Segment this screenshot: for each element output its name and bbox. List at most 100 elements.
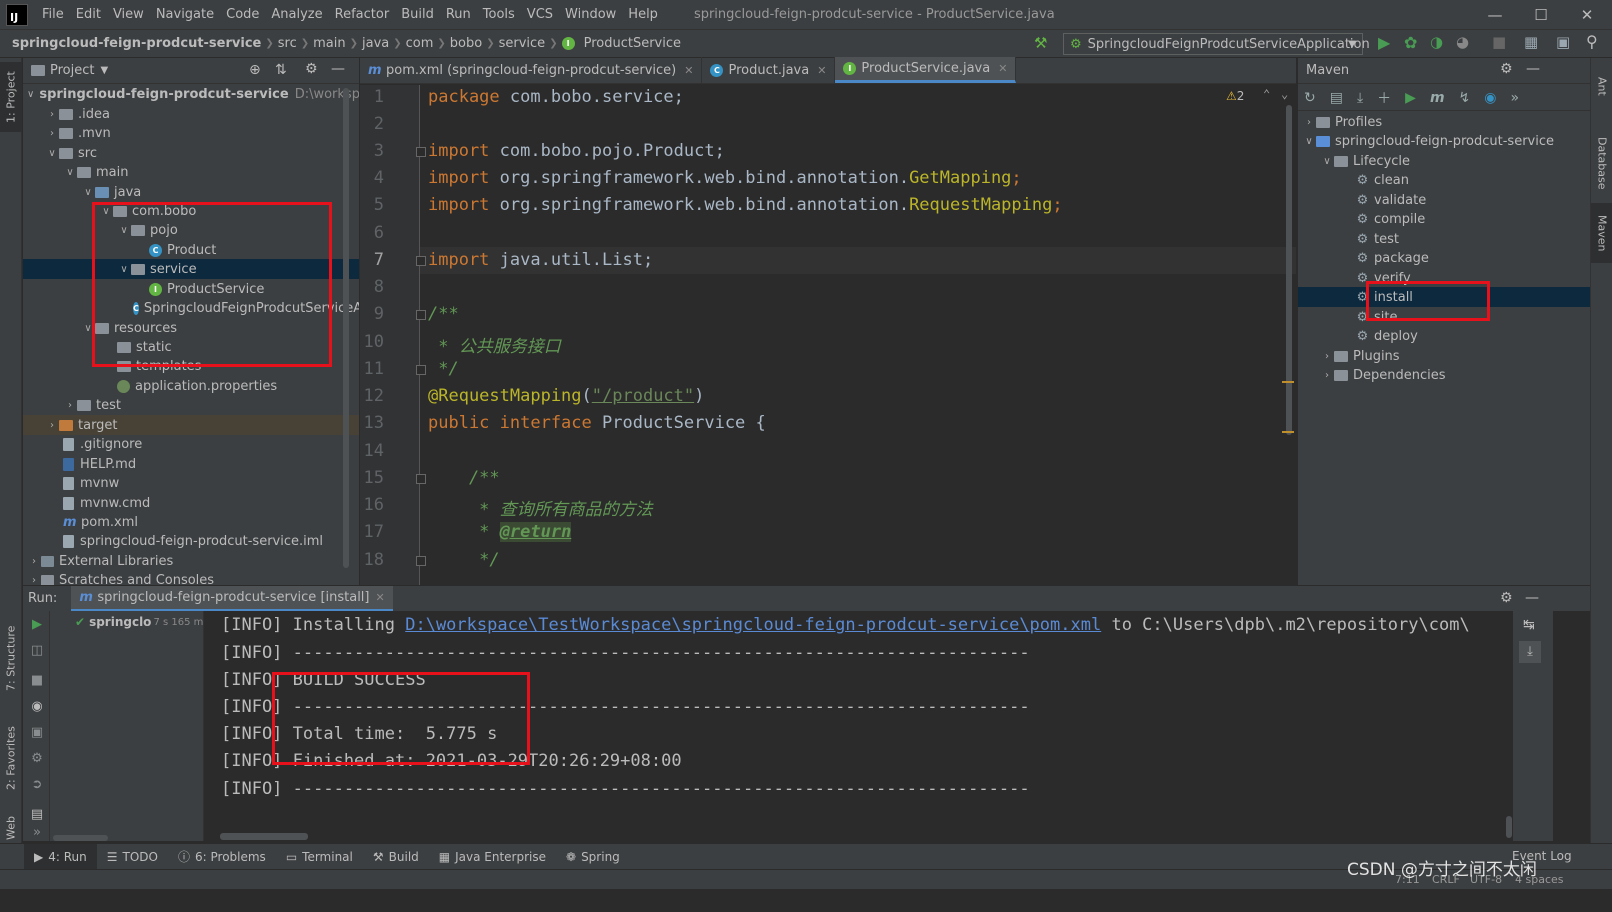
debug-icon[interactable]: ✿ bbox=[1404, 33, 1417, 52]
tree-item-pojo[interactable]: ∨ pojo bbox=[23, 220, 359, 240]
download-icon[interactable]: ⤓ bbox=[1357, 90, 1363, 106]
more-icon[interactable]: » bbox=[29, 825, 45, 841]
menu-view[interactable]: View bbox=[107, 7, 150, 22]
hammer-icon[interactable]: ⚒ bbox=[1034, 34, 1047, 52]
run-tree-item[interactable]: ✔ springclo 7 s 165 ms bbox=[75, 615, 209, 629]
next-highlight-icon[interactable]: ⌄ bbox=[1281, 87, 1288, 101]
tool-tab-spring[interactable]: ❁ Spring bbox=[556, 844, 630, 870]
breadcrumb-project[interactable]: springcloud-feign-prodcut-service bbox=[0, 36, 265, 51]
gear-icon[interactable]: ⚙ bbox=[305, 61, 318, 77]
tree-item-mvn[interactable]: › .mvn bbox=[23, 123, 359, 143]
tab-pom-xml[interactable]: m pom.xml (springcloud-feign-prodcut-serv… bbox=[360, 57, 703, 83]
run-icon[interactable]: ▶ bbox=[1378, 33, 1390, 52]
layout-icon[interactable]: ▤ bbox=[29, 807, 45, 823]
maven-goal-clean[interactable]: ⚙ clean bbox=[1298, 170, 1590, 190]
breadcrumb-bobo[interactable]: bobo bbox=[446, 36, 486, 51]
tool-tab-problems[interactable]: ⓘ 6: Problems bbox=[168, 844, 276, 870]
close-icon[interactable]: ✕ bbox=[1564, 0, 1610, 30]
maven-goal-install[interactable]: ⚙ install bbox=[1298, 287, 1590, 307]
toggle-view-icon[interactable]: ◫ bbox=[29, 643, 45, 659]
offline-icon[interactable]: ◉ bbox=[1484, 90, 1496, 106]
collapse-all-icon[interactable]: ⇅ bbox=[275, 62, 287, 78]
maven-tool-tab[interactable]: Maven bbox=[1591, 203, 1612, 263]
tree-item-com-bobo[interactable]: ∨ com.bobo bbox=[23, 201, 359, 221]
breadcrumb-main[interactable]: main bbox=[309, 36, 349, 51]
search-icon[interactable]: ⚲ bbox=[1586, 32, 1598, 51]
editor-scrollbar[interactable] bbox=[1286, 105, 1292, 435]
ant-tool-tab[interactable]: Ant bbox=[1591, 66, 1612, 106]
execute-goal-icon[interactable]: m bbox=[1430, 90, 1445, 106]
stop-icon[interactable]: ■ bbox=[1492, 33, 1506, 51]
tree-item-help-md[interactable]: HELP.md bbox=[23, 454, 359, 474]
tree-item-static[interactable]: static bbox=[23, 337, 359, 357]
rerun-icon[interactable]: ▶ bbox=[29, 617, 45, 633]
tool-tab-run[interactable]: ▶ 4: Run bbox=[24, 843, 97, 870]
tree-item-target[interactable]: › target bbox=[23, 415, 359, 435]
horizontal-scrollbar[interactable] bbox=[53, 835, 108, 841]
tab-productservice-java[interactable]: I ProductService.java ✕ bbox=[835, 57, 1017, 83]
tree-item-external-libraries[interactable]: › External Libraries bbox=[23, 551, 359, 571]
maven-goal-package[interactable]: ⚙ package bbox=[1298, 248, 1590, 268]
tree-item-iml[interactable]: springcloud-feign-prodcut-service.iml bbox=[23, 531, 359, 551]
web-tool-tab[interactable]: Web bbox=[0, 808, 22, 848]
locate-icon[interactable]: ⊕ bbox=[249, 62, 261, 78]
run-configuration-select[interactable]: ⚙ SpringcloudFeignProdcutServiceApplicat… bbox=[1063, 33, 1370, 55]
maximize-icon[interactable]: ☐ bbox=[1518, 0, 1564, 30]
tree-item-productservice[interactable]: I ProductService bbox=[23, 279, 359, 299]
run-icon[interactable]: ▶ bbox=[1405, 90, 1416, 106]
layout-icon[interactable]: ▣ bbox=[1556, 33, 1570, 51]
structure-tool-tab[interactable]: 7: Structure bbox=[0, 618, 22, 698]
menu-analyze[interactable]: Analyze bbox=[265, 7, 328, 22]
maven-dependencies[interactable]: › Dependencies bbox=[1298, 365, 1590, 385]
tree-item-pom-xml[interactable]: m pom.xml bbox=[23, 512, 359, 532]
tree-item-gitignore[interactable]: .gitignore bbox=[23, 434, 359, 454]
hide-icon[interactable]: — bbox=[1526, 61, 1540, 77]
close-tab-icon[interactable]: ✕ bbox=[376, 591, 385, 604]
maven-goal-compile[interactable]: ⚙ compile bbox=[1298, 209, 1590, 229]
breadcrumb-productservice[interactable]: ProductService bbox=[580, 36, 685, 51]
tool-tab-terminal[interactable]: ▭ Terminal bbox=[276, 844, 363, 870]
console-link[interactable]: D:\workspace\TestWorkspace\springcloud-f… bbox=[405, 615, 1101, 635]
project-structure-icon[interactable]: ▦ bbox=[1524, 33, 1538, 51]
project-tool-tab[interactable]: 1: Project bbox=[0, 62, 22, 132]
minimize-icon[interactable]: — bbox=[1472, 0, 1518, 30]
soft-wrap-icon[interactable]: ↹ bbox=[1523, 617, 1535, 633]
maven-project[interactable]: ∨ springcloud-feign-prodcut-service bbox=[1298, 131, 1590, 151]
menu-file[interactable]: File bbox=[36, 7, 70, 22]
console-hscrollbar[interactable] bbox=[220, 833, 308, 840]
favorites-tool-tab[interactable]: 2: Favorites bbox=[0, 718, 22, 798]
menu-run[interactable]: Run bbox=[440, 7, 477, 22]
close-tab-icon[interactable]: ✕ bbox=[998, 62, 1007, 75]
more-icon[interactable]: » bbox=[1511, 90, 1520, 106]
close-tab-icon[interactable]: ✕ bbox=[817, 64, 826, 77]
inspection-widget[interactable]: ⚠2 bbox=[1226, 89, 1244, 103]
menu-vcs[interactable]: VCS bbox=[521, 7, 559, 22]
camera-icon[interactable]: ▣ bbox=[29, 725, 45, 741]
eye-icon[interactable]: ◉ bbox=[29, 699, 45, 715]
chevron-down-icon[interactable]: ▼ bbox=[100, 65, 108, 76]
tree-item-main[interactable]: ∨ main bbox=[23, 162, 359, 182]
menu-edit[interactable]: Edit bbox=[70, 7, 107, 22]
warning-stripe[interactable] bbox=[1282, 431, 1294, 433]
console-vscrollbar[interactable] bbox=[1506, 816, 1512, 838]
maven-goal-test[interactable]: ⚙ test bbox=[1298, 229, 1590, 249]
coverage-icon[interactable]: ◑ bbox=[1430, 33, 1443, 51]
exit-icon[interactable]: ➲ bbox=[29, 777, 45, 793]
console-output[interactable]: [INFO] Installing D:\workspace\TestWorks… bbox=[203, 611, 1513, 841]
scroll-to-end-icon[interactable]: ⤓ bbox=[1519, 641, 1541, 663]
generate-sources-icon[interactable]: ▤ bbox=[1330, 90, 1343, 106]
fold-marker-icon[interactable] bbox=[416, 310, 426, 320]
maven-plugins[interactable]: › Plugins bbox=[1298, 346, 1590, 366]
menu-help[interactable]: Help bbox=[622, 7, 664, 22]
tree-item-mvnw-cmd[interactable]: mvnw.cmd bbox=[23, 493, 359, 513]
warning-stripe[interactable] bbox=[1282, 381, 1294, 383]
menu-navigate[interactable]: Navigate bbox=[150, 7, 220, 22]
maven-profiles[interactable]: › Profiles bbox=[1298, 112, 1590, 132]
previous-highlight-icon[interactable]: ⌃ bbox=[1263, 87, 1270, 101]
maven-lifecycle[interactable]: ∨ Lifecycle bbox=[1298, 151, 1590, 171]
maven-goal-site[interactable]: ⚙ site bbox=[1298, 307, 1590, 327]
tree-item-root[interactable]: ∨ springcloud-feign-prodcut-service D:\wor… bbox=[23, 84, 359, 104]
maven-goal-deploy[interactable]: ⚙ deploy bbox=[1298, 326, 1590, 346]
tree-item-application-properties[interactable]: application.properties bbox=[23, 376, 359, 396]
database-tool-tab[interactable]: Database bbox=[1591, 128, 1612, 198]
